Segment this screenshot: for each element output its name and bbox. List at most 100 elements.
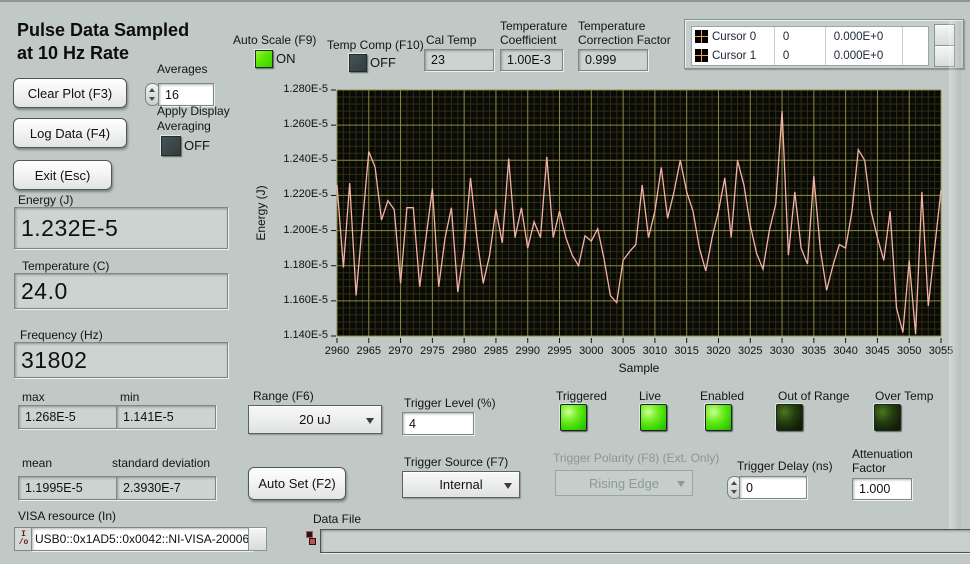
- apply-averaging-label-line1: Apply Display: [157, 104, 230, 118]
- cal-temp-input[interactable]: 23: [424, 49, 494, 71]
- temp-coefficient-input[interactable]: 1.00E-3: [500, 49, 563, 71]
- std-label: standard deviation: [112, 456, 210, 470]
- x-tick-label: 3010: [637, 345, 673, 357]
- trigger-source-dropdown[interactable]: Internal: [402, 471, 520, 498]
- trigger-polarity-dropdown[interactable]: Rising Edge: [555, 470, 693, 496]
- cursor-row[interactable]: Cursor 000.000E+0: [692, 27, 928, 46]
- led-enabled: [705, 404, 732, 431]
- y-axis-title: Energy (J): [254, 185, 268, 240]
- chevron-down-icon: [504, 483, 512, 489]
- x-tick-label: 3035: [796, 345, 832, 357]
- cursor-name: Cursor 1: [712, 50, 756, 62]
- cursor-crosshair-icon: [695, 30, 708, 43]
- range-value: 20 uJ: [299, 412, 331, 427]
- x-tick-label: 2975: [414, 345, 450, 357]
- page-title-line2: at 10 Hz Rate: [17, 43, 129, 64]
- cursor-x-cell: 0: [775, 27, 826, 46]
- temp-comp-label: Temp Comp (F10): [327, 38, 424, 52]
- temperature-label: Temperature (C): [22, 259, 109, 273]
- chevron-down-icon: [366, 418, 374, 424]
- led-label: Over Temp: [875, 389, 933, 403]
- mean-readout: 1.1995E-5: [18, 476, 118, 500]
- auto-scale-state: ON: [276, 52, 296, 66]
- x-tick-label: 3045: [859, 345, 895, 357]
- window-top-edge: [0, 0, 970, 2]
- visa-resource-label: VISA resource (In): [18, 509, 116, 523]
- averages-label: Averages: [157, 62, 207, 76]
- x-tick-label: 3025: [732, 345, 768, 357]
- x-tick-label: 2990: [510, 345, 546, 357]
- auto-set-button[interactable]: Auto Set (F2): [248, 467, 346, 500]
- mean-label: mean: [22, 456, 52, 470]
- x-tick-label: 3040: [828, 345, 864, 357]
- x-tick-label: 2960: [319, 345, 355, 357]
- x-axis-title: Sample: [589, 361, 689, 375]
- led-label: Enabled: [700, 389, 744, 403]
- exit-button[interactable]: Exit (Esc): [13, 160, 112, 190]
- averages-input[interactable]: 16: [158, 83, 214, 106]
- range-dropdown[interactable]: 20 uJ: [248, 405, 382, 434]
- log-data-button[interactable]: Log Data (F4): [13, 118, 127, 148]
- cursor-extra-cell: [903, 27, 928, 46]
- trigger-level-input[interactable]: 4: [402, 412, 474, 435]
- page-title-line1: Pulse Data Sampled: [17, 20, 189, 41]
- y-tick-label: 1.260E-5: [264, 118, 328, 130]
- cursor-extra-cell: [903, 46, 928, 65]
- apply-averaging-toggle[interactable]: [161, 136, 181, 156]
- x-tick-label: 2970: [383, 345, 419, 357]
- attenuation-label-line2: Factor: [852, 461, 886, 475]
- y-tick-label: 1.180E-5: [264, 259, 328, 271]
- frequency-readout: 31802: [14, 342, 228, 378]
- frequency-label: Frequency (Hz): [20, 328, 103, 342]
- cursor-crosshair-icon: [695, 49, 708, 62]
- temperature-readout: 24.0: [14, 273, 228, 309]
- waveform-svg: [330, 88, 947, 346]
- apply-averaging-state: OFF: [184, 139, 210, 153]
- x-tick-label: 3005: [605, 345, 641, 357]
- trigger-source-label: Trigger Source (F7): [404, 455, 508, 469]
- temp-coefficient-label-line2: Coefficient: [500, 33, 556, 47]
- temp-correction-label-line2: Correction Factor: [578, 33, 671, 47]
- attenuation-label-line1: Attenuation: [852, 447, 913, 461]
- range-label: Range (F6): [253, 389, 314, 403]
- x-tick-label: 2965: [351, 345, 387, 357]
- led-triggered: [560, 404, 587, 431]
- x-tick-label: 3000: [573, 345, 609, 357]
- trigger-source-value: Internal: [439, 477, 482, 492]
- x-tick-label: 2995: [542, 345, 578, 357]
- data-file-label: Data File: [313, 512, 361, 526]
- auto-scale-label: Auto Scale (F9): [233, 33, 316, 47]
- x-tick-label: 3020: [700, 345, 736, 357]
- auto-scale-toggle[interactable]: [255, 50, 273, 68]
- trigger-delay-input[interactable]: 0: [739, 476, 807, 499]
- temp-comp-state: OFF: [370, 56, 396, 70]
- led-label: Out of Range: [778, 389, 849, 403]
- visa-dropdown-button[interactable]: [248, 527, 267, 551]
- clear-plot-button[interactable]: Clear Plot (F3): [13, 78, 127, 108]
- std-readout: 2.3930E-7: [116, 476, 216, 500]
- max-readout: 1.268E-5: [18, 405, 118, 429]
- cursor-row[interactable]: Cursor 100.000E+0: [692, 46, 928, 65]
- energy-readout: 1.232E-5: [14, 207, 228, 249]
- data-file-input[interactable]: [320, 529, 970, 553]
- chevron-down-icon: [677, 481, 685, 487]
- y-tick-label: 1.240E-5: [264, 153, 328, 165]
- y-tick-label: 1.140E-5: [264, 329, 328, 341]
- led-label: Live: [639, 389, 661, 403]
- waveform-chart[interactable]: [330, 88, 947, 346]
- visa-resource-input[interactable]: USB0::0x1AD5::0x0042::NI-VISA-20006:: [31, 527, 253, 551]
- temp-correction-value: 0.999: [578, 49, 648, 71]
- cursor-y-cell: 0.000E+0: [826, 46, 904, 65]
- temp-coefficient-label-line1: Temperature: [500, 19, 567, 33]
- x-tick-label: 3050: [891, 345, 927, 357]
- attenuation-input[interactable]: 1.000: [852, 478, 912, 500]
- led-label: Triggered: [556, 389, 607, 403]
- max-label: max: [22, 390, 45, 404]
- trigger-delay-label: Trigger Delay (ns): [737, 459, 833, 473]
- apply-averaging-label-line2: Averaging: [157, 119, 211, 133]
- x-tick-label: 3030: [764, 345, 800, 357]
- path-icon: [306, 531, 316, 546]
- cursor-name-cell: Cursor 1: [692, 46, 775, 65]
- temp-comp-toggle[interactable]: [349, 54, 367, 72]
- energy-label: Energy (J): [18, 193, 73, 207]
